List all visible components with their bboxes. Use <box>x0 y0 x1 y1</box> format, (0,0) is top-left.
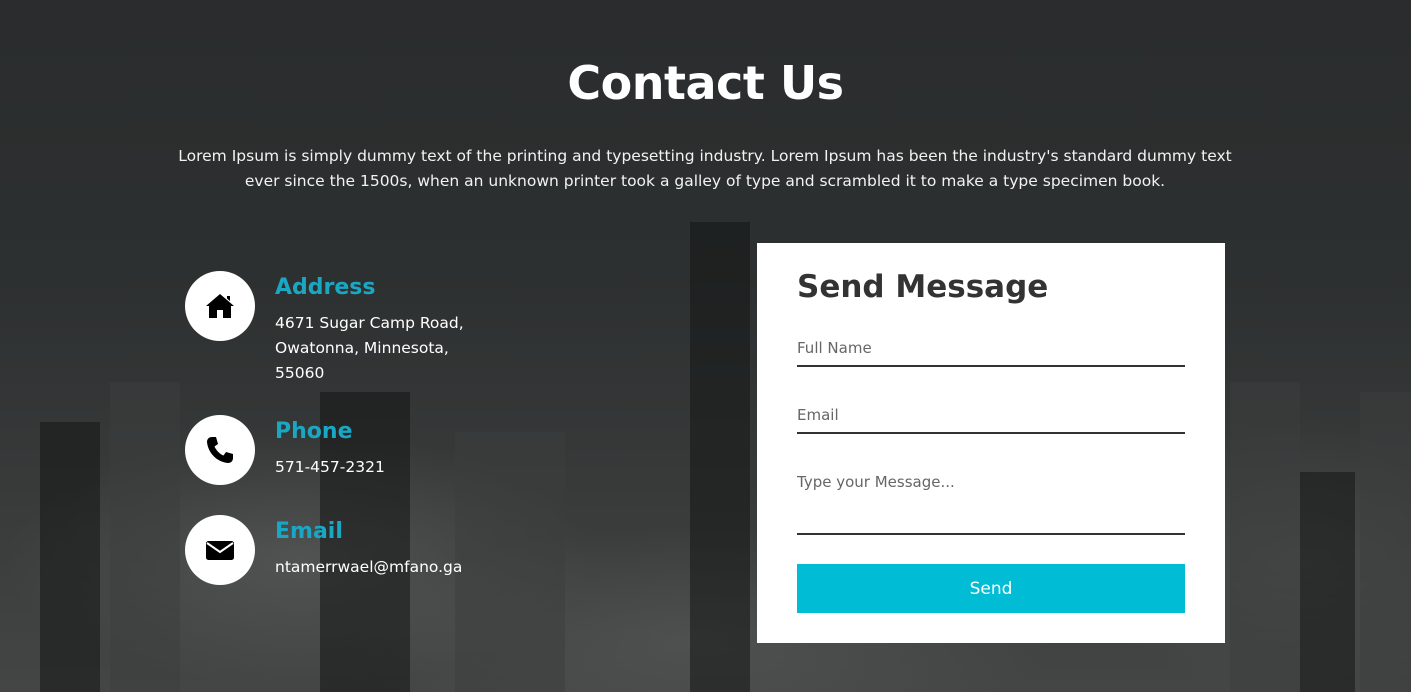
email-value[interactable]: ntamerrwael@mfano.ga <box>275 555 462 580</box>
phone-label: Phone <box>275 419 353 444</box>
home-icon <box>185 271 255 341</box>
address-line-1: 4671 Sugar Camp Road, <box>275 314 464 332</box>
email-label: Email <box>275 519 343 544</box>
address-value: 4671 Sugar Camp Road, Owatonna, Minnesot… <box>275 311 464 386</box>
form-title: Send Message <box>797 269 1049 305</box>
address-line-2: Owatonna, Minnesota, <box>275 339 449 357</box>
address-line-3: 55060 <box>275 364 325 382</box>
full-name-input[interactable] <box>797 339 1185 367</box>
page-description: Lorem Ipsum is simply dummy text of the … <box>178 147 1232 190</box>
phone-value[interactable]: 571-457-2321 <box>275 455 385 480</box>
address-label: Address <box>275 275 376 300</box>
phone-icon <box>185 415 255 485</box>
message-textarea[interactable] <box>797 473 1185 535</box>
envelope-icon <box>185 515 255 585</box>
email-input[interactable] <box>797 406 1185 434</box>
send-message-form: Send Message Send <box>757 243 1225 643</box>
page-title: Contact Us <box>567 56 844 110</box>
send-button[interactable]: Send <box>797 564 1185 613</box>
